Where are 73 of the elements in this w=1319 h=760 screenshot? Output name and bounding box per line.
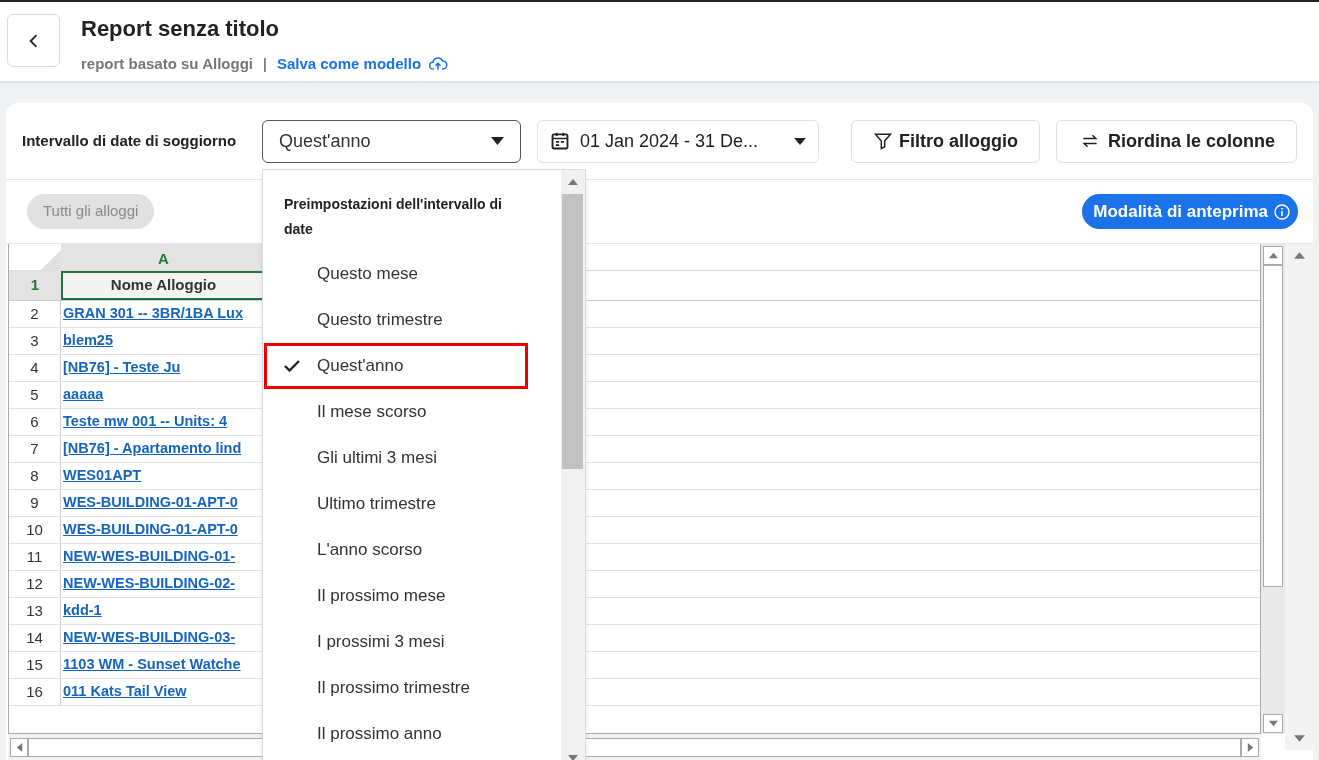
- preset-option[interactable]: Quest'anno: [263, 342, 528, 389]
- table-cell-link[interactable]: WES-BUILDING-01-APT-0: [63, 490, 238, 516]
- date-range-label: Intervallo di date di soggiorno: [22, 130, 238, 151]
- row-number: 9: [9, 490, 61, 516]
- row-number: 14: [9, 625, 61, 651]
- table-cell-link[interactable]: kdd-1: [63, 598, 102, 624]
- page-scrollbar[interactable]: [1285, 244, 1313, 750]
- preset-option[interactable]: I prossimi 3 mesi: [263, 618, 528, 665]
- reorder-columns-button[interactable]: Riordina le colonne: [1056, 119, 1297, 163]
- preview-mode-badge[interactable]: Modalità di anteprima: [1082, 193, 1298, 230]
- preset-option[interactable]: Il prossimo mese: [263, 572, 528, 619]
- row-number: 5: [9, 382, 61, 408]
- select-all-corner[interactable]: [41, 250, 61, 270]
- preset-option[interactable]: Questo trimestre: [263, 296, 528, 343]
- row-number: 2: [9, 301, 61, 327]
- report-title: Report senza titolo: [81, 15, 280, 43]
- table-cell-link[interactable]: aaaaa: [63, 382, 104, 408]
- filter-icon: [872, 131, 893, 151]
- menu-heading: Preimpostazioni dell'intervallo di date: [282, 194, 503, 239]
- row-number: 16: [9, 679, 61, 705]
- filter-button[interactable]: Filtro alloggio: [850, 119, 1041, 163]
- table-cell-link[interactable]: NEW-WES-BUILDING-02-: [63, 571, 236, 597]
- preset-option[interactable]: Il mese scorso: [263, 388, 528, 435]
- table-cell-link[interactable]: WES01APT: [63, 463, 142, 489]
- table-cell-link[interactable]: Teste mw 001 -- Units: 4: [63, 409, 228, 435]
- preset-option[interactable]: Questo mese: [263, 250, 528, 297]
- row-number: 15: [9, 652, 61, 678]
- table-cell-link[interactable]: [NB76] - Teste Ju: [63, 355, 181, 381]
- table-cell-link[interactable]: NEW-WES-BUILDING-03-: [63, 625, 236, 651]
- caret-icon: [490, 137, 504, 145]
- scroll-down-icon[interactable]: [1268, 719, 1278, 728]
- calendar-icon: [549, 130, 570, 152]
- table-cell-link[interactable]: NEW-WES-BUILDING-01-: [63, 544, 236, 570]
- row-number: 12: [9, 571, 61, 597]
- row-number: 3: [9, 328, 61, 354]
- preset-option[interactable]: Il prossimo trimestre: [263, 664, 528, 711]
- preset-option[interactable]: Ultimo trimestre: [263, 480, 528, 527]
- separator: |: [262, 54, 267, 74]
- table-cell-link[interactable]: [NB76] - Apartamento lind: [63, 436, 242, 462]
- row-number: 13: [9, 598, 61, 624]
- table-cell-link[interactable]: GRAN 301 -- 3BR/1BA Lux: [63, 301, 243, 327]
- table-cell-link[interactable]: 011 Kats Tail View: [63, 679, 187, 705]
- scrollbar-thumb[interactable]: [1263, 265, 1283, 587]
- preset-select[interactable]: Quest'anno: [261, 119, 521, 163]
- save-template-link[interactable]: Salva come modello: [276, 53, 451, 76]
- row-number: 7: [9, 436, 61, 462]
- row-number: 10: [9, 517, 61, 543]
- preset-option[interactable]: Il prossimo anno: [263, 710, 528, 757]
- vertical-scrollbar[interactable]: [1261, 244, 1285, 734]
- row-number: 11: [9, 544, 61, 570]
- row-number: 1: [9, 271, 61, 300]
- scroll-up-icon[interactable]: [1293, 250, 1305, 261]
- menu-scrollbar[interactable]: [560, 169, 585, 760]
- row-number: 4: [9, 355, 61, 381]
- report-subtitle: report basato su Alloggi: [81, 54, 253, 74]
- date-range-picker[interactable]: 01 Jan 2024 - 31 De...: [536, 119, 819, 163]
- scroll-down-icon[interactable]: [567, 752, 578, 760]
- scroll-right-icon[interactable]: [1245, 742, 1255, 752]
- checkmark-icon: [283, 359, 300, 372]
- row-number: 8: [9, 463, 61, 489]
- row-number: 6: [9, 409, 61, 435]
- table-cell-link[interactable]: blem25: [63, 328, 113, 354]
- table-cell-link[interactable]: 1103 WM - Sunset Watche: [63, 652, 241, 678]
- table-cell-link[interactable]: WES-BUILDING-01-APT-0: [63, 517, 238, 543]
- info-icon: [1274, 203, 1290, 220]
- scroll-up-icon[interactable]: [1268, 251, 1278, 260]
- scroll-down-icon[interactable]: [1293, 733, 1305, 744]
- caret-icon: [793, 137, 806, 145]
- preset-option[interactable]: Gli ultimi 3 mesi: [263, 434, 528, 481]
- back-button[interactable]: [7, 14, 60, 67]
- scrollbar-thumb[interactable]: [562, 193, 584, 469]
- preset-option[interactable]: L'anno scorso: [263, 526, 528, 573]
- scroll-left-icon[interactable]: [14, 742, 24, 752]
